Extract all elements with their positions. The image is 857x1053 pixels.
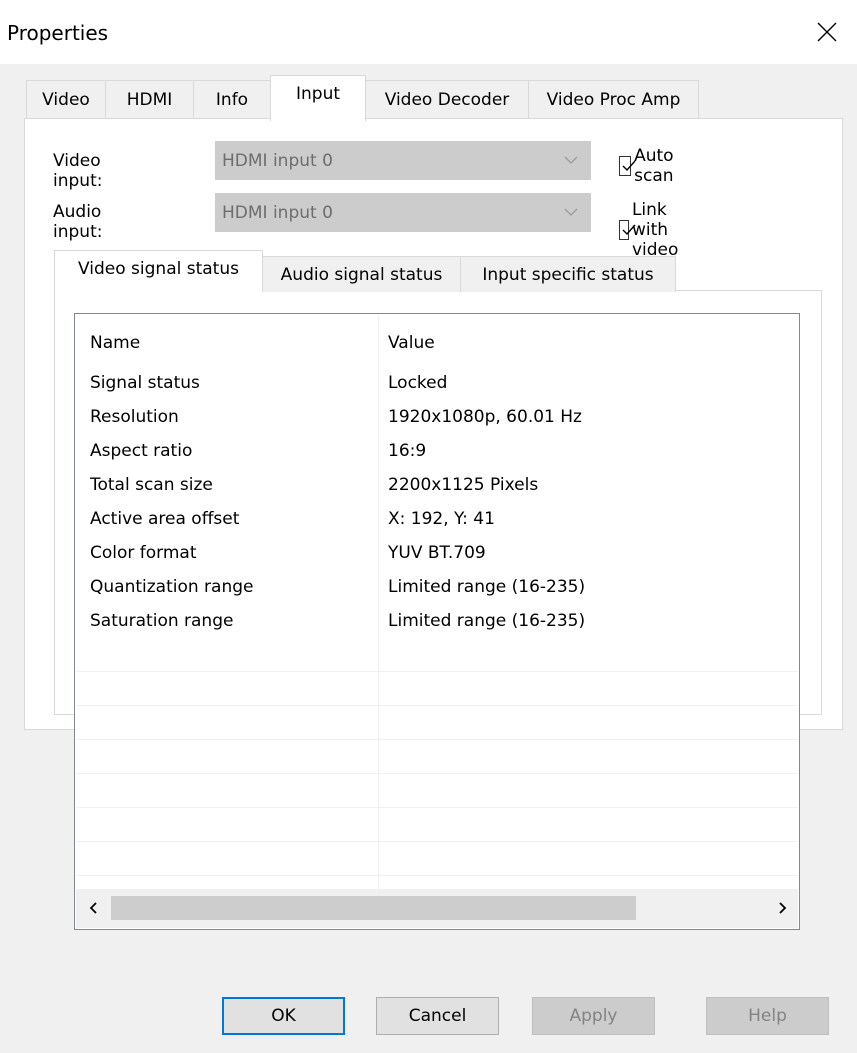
horizontal-scrollbar[interactable] bbox=[76, 889, 798, 928]
close-button[interactable] bbox=[800, 10, 852, 54]
tab-label: HDMI bbox=[126, 89, 173, 110]
row-value: Locked bbox=[388, 373, 448, 393]
chevron-down-icon bbox=[564, 156, 578, 164]
chevron-right-icon[interactable] bbox=[774, 900, 790, 916]
table-row[interactable]: Total scan size 2200x1125 Pixels bbox=[76, 469, 798, 503]
tab-label: Input bbox=[295, 83, 341, 104]
title-bar: Properties bbox=[0, 0, 857, 64]
button-label: OK bbox=[271, 1006, 296, 1026]
table-row[interactable]: Signal status Locked bbox=[76, 367, 798, 401]
scrollbar-thumb[interactable] bbox=[111, 896, 636, 920]
tab-input-specific-status[interactable]: Input specific status bbox=[460, 256, 676, 292]
row-value: Limited range (16-235) bbox=[388, 611, 586, 631]
window-title: Properties bbox=[7, 21, 109, 45]
auto-scan-label: Auto scan bbox=[634, 146, 674, 186]
tab-label: Video bbox=[42, 89, 90, 110]
row-name: Signal status bbox=[90, 373, 200, 393]
tab-info[interactable]: Info bbox=[193, 80, 271, 118]
tab-audio-signal-status[interactable]: Audio signal status bbox=[262, 256, 461, 292]
close-icon bbox=[817, 22, 837, 42]
grid-line bbox=[76, 807, 798, 808]
grid-line bbox=[76, 773, 798, 774]
chevron-down-icon bbox=[564, 208, 578, 216]
table-row[interactable]: Color format YUV BT.709 bbox=[76, 537, 798, 571]
row-value: X: 192, Y: 41 bbox=[388, 509, 495, 529]
table-row[interactable]: Resolution 1920x1080p, 60.01 Hz bbox=[76, 401, 798, 435]
audio-input-label: Audio input: bbox=[53, 202, 103, 242]
video-input-label: Video input: bbox=[53, 151, 103, 191]
video-input-select[interactable]: HDMI input 0 bbox=[215, 141, 591, 180]
audio-input-select[interactable]: HDMI input 0 bbox=[215, 193, 591, 232]
tab-video[interactable]: Video bbox=[26, 80, 106, 118]
grid-line bbox=[76, 671, 798, 672]
grid-line bbox=[76, 705, 798, 706]
checkmark-icon bbox=[622, 224, 636, 236]
auto-scan-checkbox[interactable]: Auto scan bbox=[619, 146, 681, 186]
tab-label: Info bbox=[215, 89, 249, 110]
checkbox-box bbox=[619, 156, 636, 176]
row-name: Resolution bbox=[90, 407, 179, 427]
table-row[interactable]: Active area offset X: 192, Y: 41 bbox=[76, 503, 798, 537]
grid-line bbox=[76, 739, 798, 740]
row-name: Total scan size bbox=[90, 475, 213, 495]
checkbox-box bbox=[619, 220, 636, 240]
row-value: Limited range (16-235) bbox=[388, 577, 586, 597]
signal-status-list[interactable]: Name Value Signal status Locked Resoluti… bbox=[74, 313, 800, 930]
column-header-value[interactable]: Value bbox=[388, 333, 435, 353]
button-label: Apply bbox=[569, 1006, 618, 1026]
row-name: Saturation range bbox=[90, 611, 234, 631]
properties-dialog: Properties Video HDMI Info Input Video D… bbox=[0, 0, 857, 1053]
row-name: Active area offset bbox=[90, 509, 240, 529]
row-value: 2200x1125 Pixels bbox=[388, 475, 539, 495]
audio-input-value: HDMI input 0 bbox=[222, 202, 333, 223]
apply-button[interactable]: Apply bbox=[532, 997, 655, 1035]
tab-video-proc-amp[interactable]: Video Proc Amp bbox=[528, 80, 699, 118]
table-row[interactable]: Aspect ratio 16:9 bbox=[76, 435, 798, 469]
cancel-button[interactable]: Cancel bbox=[376, 997, 499, 1035]
tab-video-decoder[interactable]: Video Decoder bbox=[365, 80, 529, 118]
row-name: Color format bbox=[90, 543, 197, 563]
table-row[interactable]: Quantization range Limited range (16-235… bbox=[76, 571, 798, 605]
row-value: YUV BT.709 bbox=[388, 543, 486, 563]
tab-label: Video Proc Amp bbox=[546, 89, 681, 110]
button-label: Help bbox=[748, 1006, 787, 1026]
tab-hdmi[interactable]: HDMI bbox=[105, 80, 194, 118]
tab-label: Video Decoder bbox=[384, 89, 510, 110]
grid-line bbox=[76, 875, 798, 876]
checkmark-icon bbox=[622, 160, 636, 172]
tab-video-signal-status[interactable]: Video signal status bbox=[54, 250, 263, 292]
video-input-value: HDMI input 0 bbox=[222, 150, 333, 171]
ok-button[interactable]: OK bbox=[222, 997, 345, 1035]
column-header-name[interactable]: Name bbox=[90, 333, 140, 353]
link-with-video-label: Link with video bbox=[631, 200, 679, 260]
tab-label: Input specific status bbox=[482, 264, 654, 285]
row-name: Aspect ratio bbox=[90, 441, 193, 461]
row-value: 16:9 bbox=[388, 441, 427, 461]
chevron-left-icon[interactable] bbox=[86, 900, 102, 916]
row-name: Quantization range bbox=[90, 577, 254, 597]
link-with-video-checkbox[interactable]: Link with video bbox=[619, 200, 688, 260]
tab-input[interactable]: Input bbox=[270, 75, 366, 121]
tab-label: Video signal status bbox=[78, 258, 239, 279]
grid-line bbox=[76, 841, 798, 842]
row-value: 1920x1080p, 60.01 Hz bbox=[388, 407, 582, 427]
tab-label: Audio signal status bbox=[280, 264, 443, 285]
help-button[interactable]: Help bbox=[706, 997, 829, 1035]
table-row[interactable]: Saturation range Limited range (16-235) bbox=[76, 605, 798, 639]
button-label: Cancel bbox=[408, 1006, 467, 1026]
